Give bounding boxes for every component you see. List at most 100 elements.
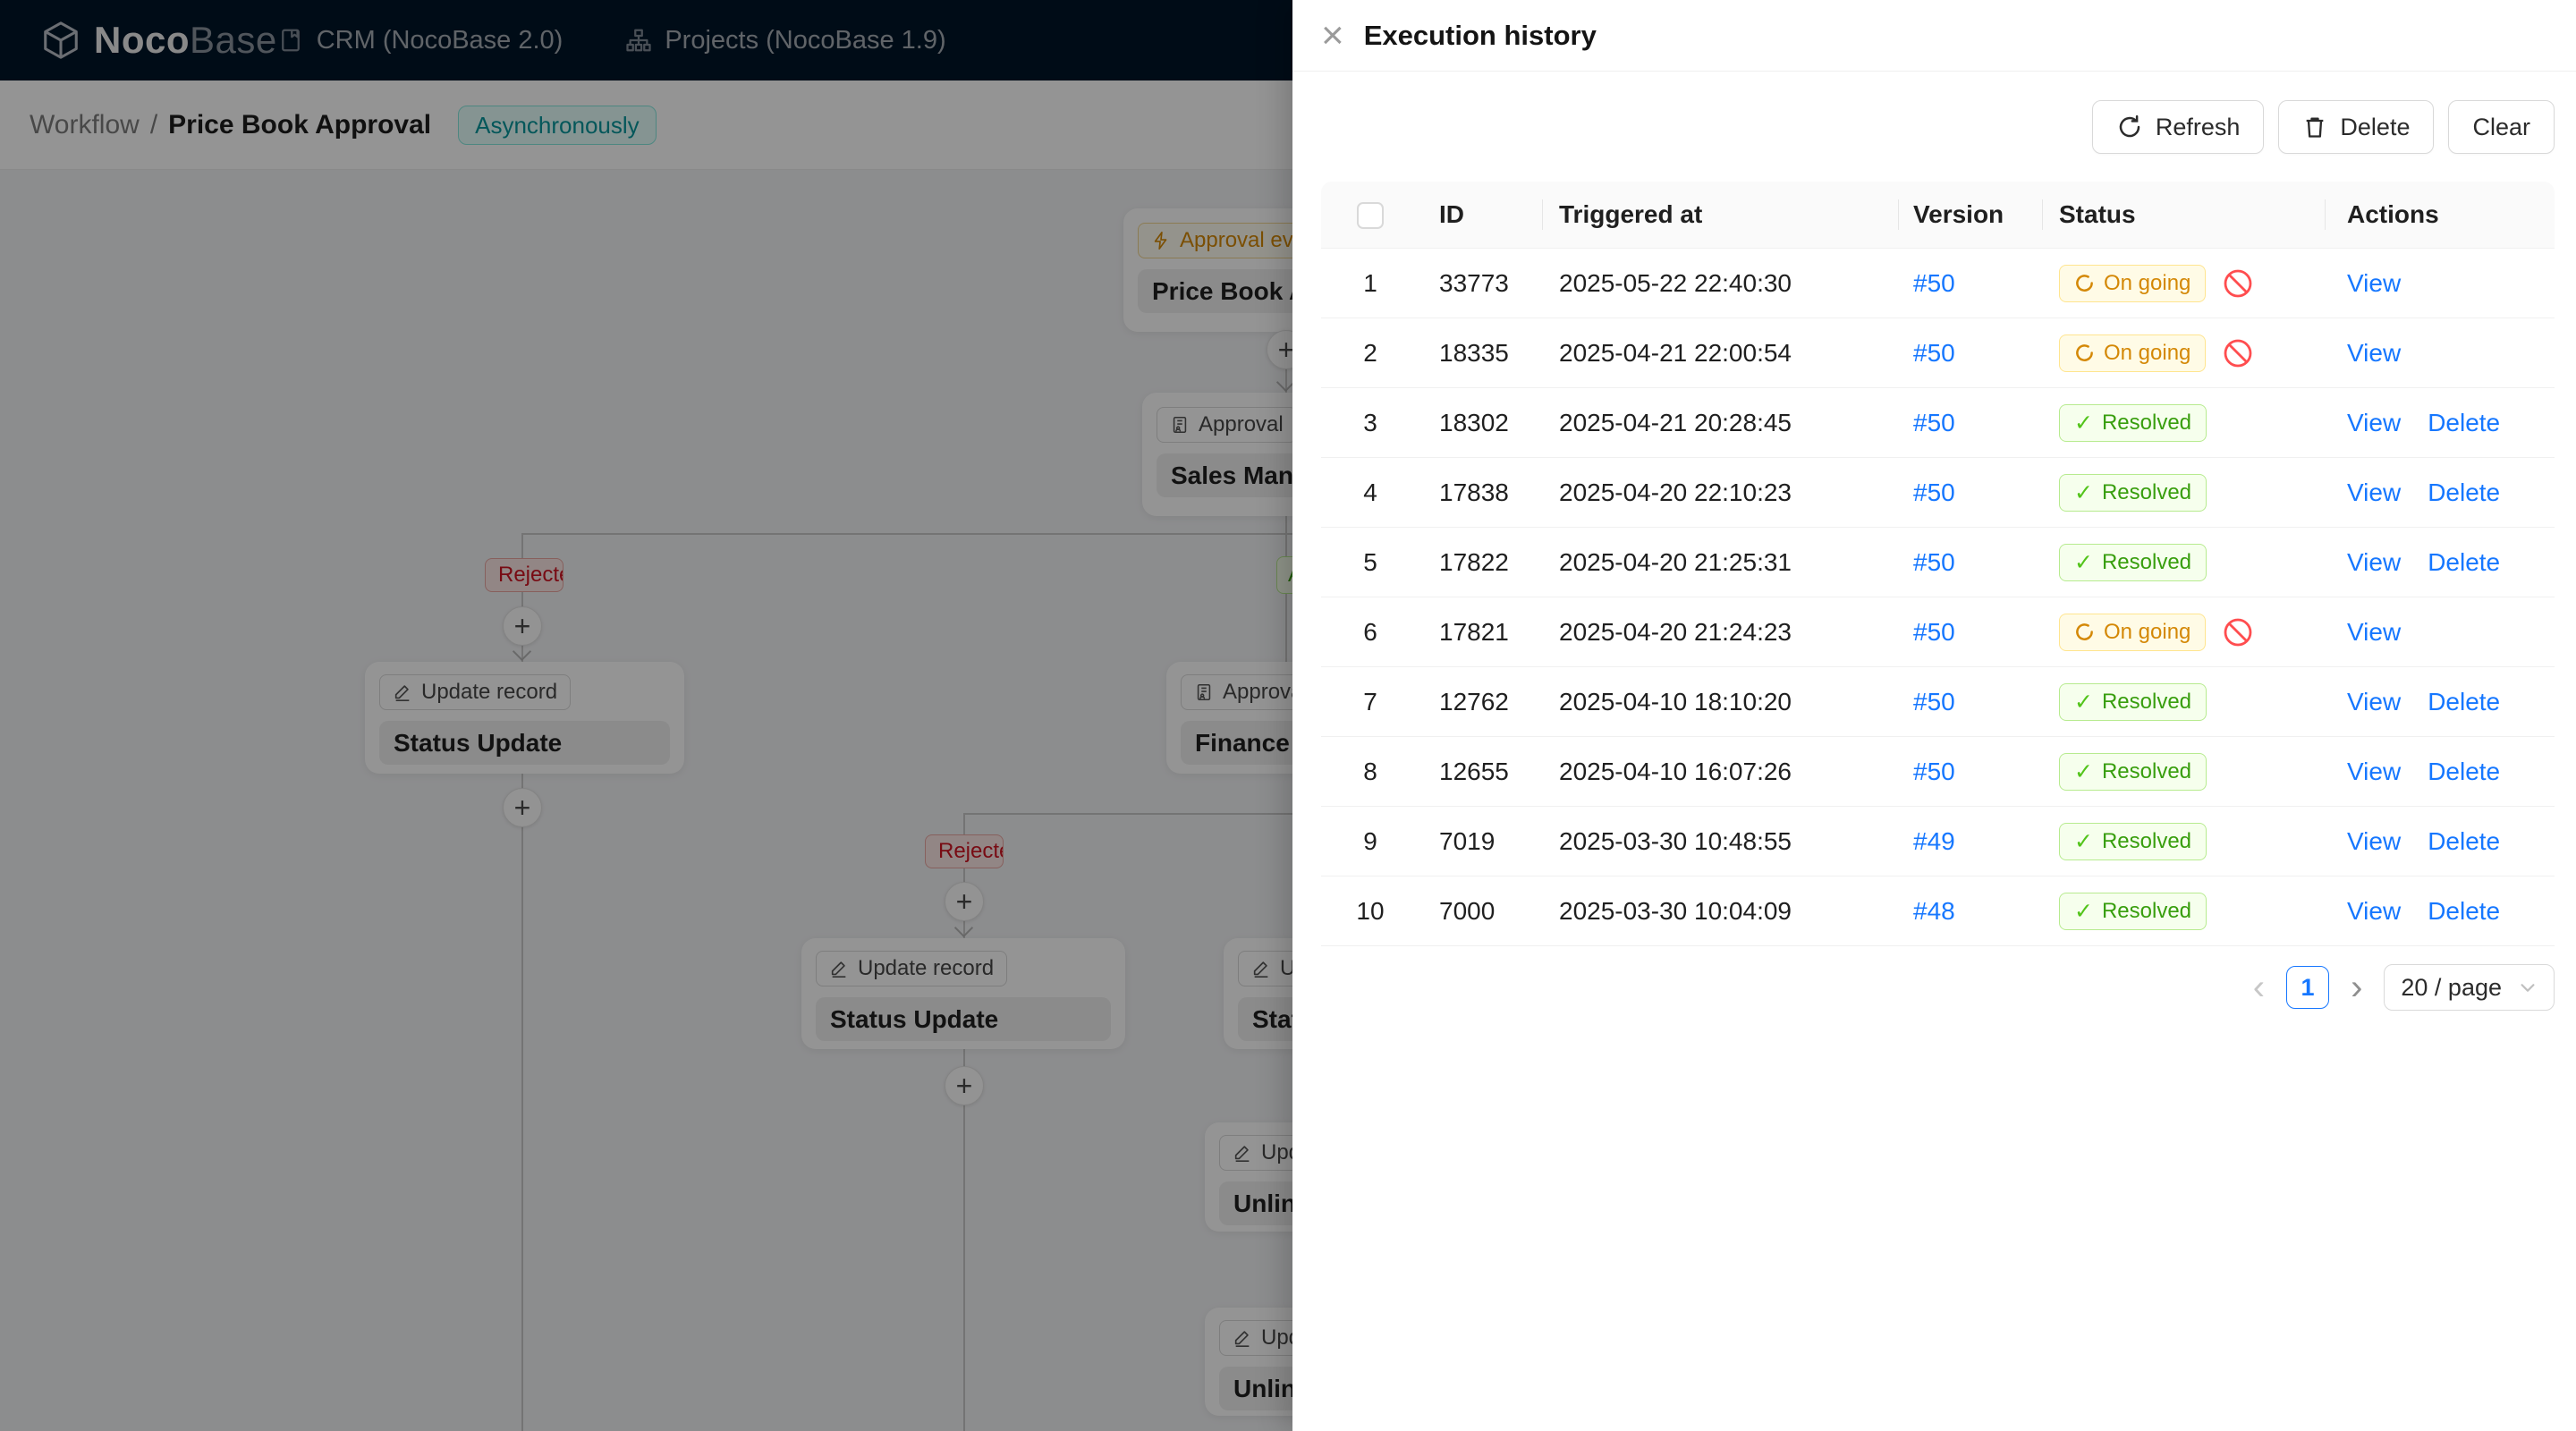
view-link[interactable]: View	[2347, 269, 2401, 297]
view-link[interactable]: View	[2347, 548, 2401, 576]
triggered-at: 2025-03-30 10:48:55	[1559, 826, 1792, 855]
execution-id: 17838	[1439, 478, 1509, 506]
triggered-at: 2025-04-10 18:10:20	[1559, 687, 1792, 716]
execution-table: ID Triggered at Version Status Actions 1…	[1321, 182, 2555, 946]
status-badge: ✓ Resolved	[2059, 822, 2207, 860]
row-index[interactable]: 2	[1363, 339, 1377, 367]
check-icon: ✓	[2074, 479, 2093, 505]
version-link[interactable]: #50	[1913, 269, 1955, 297]
check-icon: ✓	[2074, 758, 2093, 784]
prev-page-icon[interactable]: ‹	[2253, 970, 2265, 1005]
delete-link[interactable]: Delete	[2428, 548, 2500, 576]
execution-id: 17821	[1439, 617, 1509, 646]
version-link[interactable]: #50	[1913, 688, 1955, 716]
delete-button[interactable]: Delete	[2278, 100, 2435, 154]
version-link[interactable]: #50	[1913, 618, 1955, 646]
execution-id: 12762	[1439, 687, 1509, 716]
execution-id: 18335	[1439, 338, 1509, 367]
row-index[interactable]: 3	[1363, 409, 1377, 436]
status-badge: ✓ Resolved	[2059, 543, 2207, 581]
column-header-id: ID	[1419, 182, 1543, 249]
row-index[interactable]: 4	[1363, 478, 1377, 506]
trash-icon	[2307, 117, 2324, 138]
triggered-at: 2025-04-20 21:24:23	[1559, 617, 1792, 646]
check-icon: ✓	[2074, 689, 2093, 715]
refresh-button[interactable]: Refresh	[2091, 100, 2265, 154]
triggered-at: 2025-04-21 20:28:45	[1559, 408, 1792, 436]
check-icon: ✓	[2074, 828, 2093, 854]
view-link[interactable]: View	[2347, 409, 2401, 436]
delete-link[interactable]: Delete	[2428, 758, 2500, 785]
page-number-button[interactable]: 1	[2286, 966, 2330, 1009]
table-row: 7 12762 2025-04-10 18:10:20 #50 ✓ Resolv…	[1321, 667, 2555, 737]
triggered-at: 2025-04-20 21:25:31	[1559, 547, 1792, 576]
table-row: 5 17822 2025-04-20 21:25:31 #50 ✓ Resolv…	[1321, 528, 2555, 597]
table-row: 9 7019 2025-03-30 10:48:55 #49 ✓ Resolve…	[1321, 807, 2555, 876]
execution-id: 12655	[1439, 757, 1509, 785]
version-link[interactable]: #50	[1913, 548, 1955, 576]
view-link[interactable]: View	[2347, 897, 2401, 925]
table-row: 1 33773 2025-05-22 22:40:30 #50 On going	[1321, 249, 2555, 318]
execution-id: 7000	[1439, 896, 1496, 925]
column-header-actions: Actions	[2326, 182, 2555, 249]
view-link[interactable]: View	[2347, 688, 2401, 716]
version-link[interactable]: #48	[1913, 897, 1955, 925]
row-index[interactable]: 8	[1363, 758, 1377, 785]
page-size-select[interactable]: 20 / page	[2384, 964, 2555, 1011]
delete-link[interactable]: Delete	[2428, 827, 2500, 855]
execution-id: 33773	[1439, 268, 1509, 297]
triggered-at: 2025-04-21 22:00:54	[1559, 338, 1792, 367]
status-badge: ✓ Resolved	[2059, 473, 2207, 512]
triggered-at: 2025-04-10 16:07:26	[1559, 757, 1792, 785]
refresh-icon	[2119, 114, 2140, 138]
status-badge: ✓ Resolved	[2059, 682, 2207, 721]
row-index[interactable]: 1	[1363, 269, 1377, 297]
row-index[interactable]: 6	[1363, 618, 1377, 646]
cancel-execution-icon[interactable]	[2222, 337, 2254, 369]
clear-button[interactable]: Clear	[2448, 100, 2555, 154]
delete-link[interactable]: Delete	[2428, 409, 2500, 436]
execution-id: 18302	[1439, 408, 1509, 436]
close-icon[interactable]: ×	[1321, 15, 1344, 55]
pagination: ‹ 1 › 20 / page	[1321, 964, 2555, 1011]
delete-link[interactable]: Delete	[2428, 688, 2500, 716]
execution-history-drawer: × Execution history Refresh Delete Clear	[1292, 0, 2576, 1431]
status-badge: On going	[2059, 613, 2207, 651]
execution-id: 7019	[1439, 826, 1496, 855]
select-all-checkbox[interactable]	[1357, 202, 1384, 230]
column-header-status: Status	[2043, 182, 2326, 249]
loading-icon	[2076, 623, 2093, 640]
column-header-triggered-at: Triggered at	[1543, 182, 1899, 249]
cancel-execution-icon[interactable]	[2222, 267, 2254, 300]
next-page-icon[interactable]: ›	[2351, 970, 2362, 1005]
execution-id: 17822	[1439, 547, 1509, 576]
version-link[interactable]: #50	[1913, 478, 1955, 506]
row-index[interactable]: 7	[1363, 688, 1377, 716]
row-index[interactable]: 5	[1363, 548, 1377, 576]
triggered-at: 2025-05-22 22:40:30	[1559, 268, 1792, 297]
view-link[interactable]: View	[2347, 618, 2401, 646]
version-link[interactable]: #50	[1913, 409, 1955, 436]
version-link[interactable]: #49	[1913, 827, 1955, 855]
cancel-execution-icon[interactable]	[2222, 616, 2254, 648]
triggered-at: 2025-03-30 10:04:09	[1559, 896, 1792, 925]
table-row: 4 17838 2025-04-20 22:10:23 #50 ✓ Resolv…	[1321, 458, 2555, 528]
row-index[interactable]: 10	[1356, 897, 1384, 925]
view-link[interactable]: View	[2347, 478, 2401, 506]
history-toolbar: Refresh Delete Clear	[1321, 100, 2555, 154]
view-link[interactable]: View	[2347, 758, 2401, 785]
status-badge: On going	[2059, 264, 2207, 302]
row-index[interactable]: 9	[1363, 827, 1377, 855]
table-row: 6 17821 2025-04-20 21:24:23 #50 On going	[1321, 597, 2555, 667]
view-link[interactable]: View	[2347, 339, 2401, 367]
column-header-version: Version	[1899, 182, 2043, 249]
table-header-row: ID Triggered at Version Status Actions	[1321, 182, 2555, 249]
delete-link[interactable]: Delete	[2428, 897, 2500, 925]
status-badge: ✓ Resolved	[2059, 752, 2207, 791]
table-row: 3 18302 2025-04-21 20:28:45 #50 ✓ Resolv…	[1321, 388, 2555, 458]
triggered-at: 2025-04-20 22:10:23	[1559, 478, 1792, 506]
version-link[interactable]: #50	[1913, 758, 1955, 785]
view-link[interactable]: View	[2347, 827, 2401, 855]
version-link[interactable]: #50	[1913, 339, 1955, 367]
delete-link[interactable]: Delete	[2428, 478, 2500, 506]
